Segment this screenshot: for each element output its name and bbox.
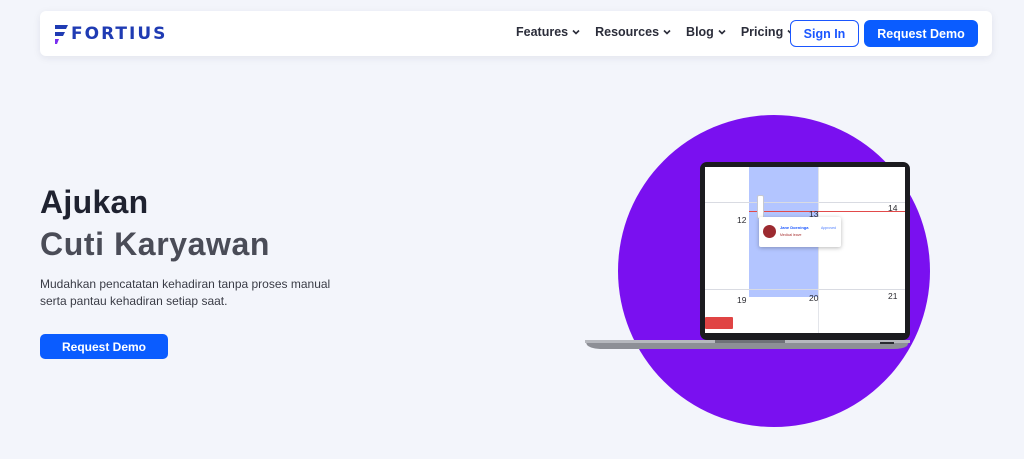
calendar-day: 19 — [737, 295, 747, 305]
chevron-down-icon — [572, 29, 580, 35]
laptop-mockup: 12 13 14 19 20 21 Jane Doeninga Medical … — [700, 162, 910, 340]
nav-item-label: Pricing — [740, 25, 784, 39]
laptop-notch — [786, 162, 808, 166]
calendar-day: 14 — [888, 203, 898, 213]
request-demo-hero-button[interactable]: Request Demo — [40, 334, 168, 359]
nav-item-label: Blog — [686, 25, 714, 39]
hero-title-line1: Ajukan — [40, 184, 149, 220]
calendar-gridline — [705, 289, 905, 290]
nav-item-pricing[interactable]: Pricing — [741, 25, 796, 39]
chevron-down-icon — [663, 29, 671, 35]
hero-title-line2: Cuti Karyawan — [40, 226, 271, 262]
nav-item-resources[interactable]: Resources — [595, 25, 672, 39]
brand-logo[interactable]: FORTIUS — [53, 22, 167, 46]
avatar — [763, 225, 776, 238]
leave-type: Medical leave — [780, 233, 802, 237]
current-time-line — [749, 211, 905, 212]
calendar-gridline — [705, 202, 905, 203]
main-nav: Features Resources Blog Pricing — [516, 25, 810, 39]
calendar-day: 12 — [737, 215, 747, 225]
nav-item-label: Resources — [595, 25, 660, 39]
nav-item-label: Features — [516, 25, 569, 39]
leave-event-bar — [705, 317, 733, 329]
drag-handle — [757, 195, 764, 219]
calendar-screen: 12 13 14 19 20 21 Jane Doeninga Medical … — [705, 167, 905, 333]
request-demo-nav-button[interactable]: Request Demo — [864, 20, 978, 47]
hero-description: Mudahkan pencatatan kehadiran tanpa pros… — [40, 277, 331, 308]
chevron-down-icon — [718, 29, 726, 35]
calendar-day: 21 — [888, 291, 898, 301]
leave-request-card: Jane Doeninga Medical leave Approved — [759, 217, 841, 247]
calendar-day: 20 — [809, 293, 819, 303]
top-navbar: FORTIUS Features Resources Blog Pricing … — [40, 11, 992, 56]
employee-name: Jane Doeninga — [780, 225, 809, 230]
fortius-logo-icon — [55, 25, 68, 44]
laptop-base — [585, 340, 910, 349]
leave-status: Approved — [821, 226, 836, 230]
calendar-gridline — [818, 167, 819, 333]
sign-in-button[interactable]: Sign In — [790, 20, 859, 47]
nav-item-features[interactable]: Features — [516, 25, 581, 39]
nav-item-blog[interactable]: Blog — [686, 25, 727, 39]
brand-name: FORTIUS — [71, 24, 168, 44]
